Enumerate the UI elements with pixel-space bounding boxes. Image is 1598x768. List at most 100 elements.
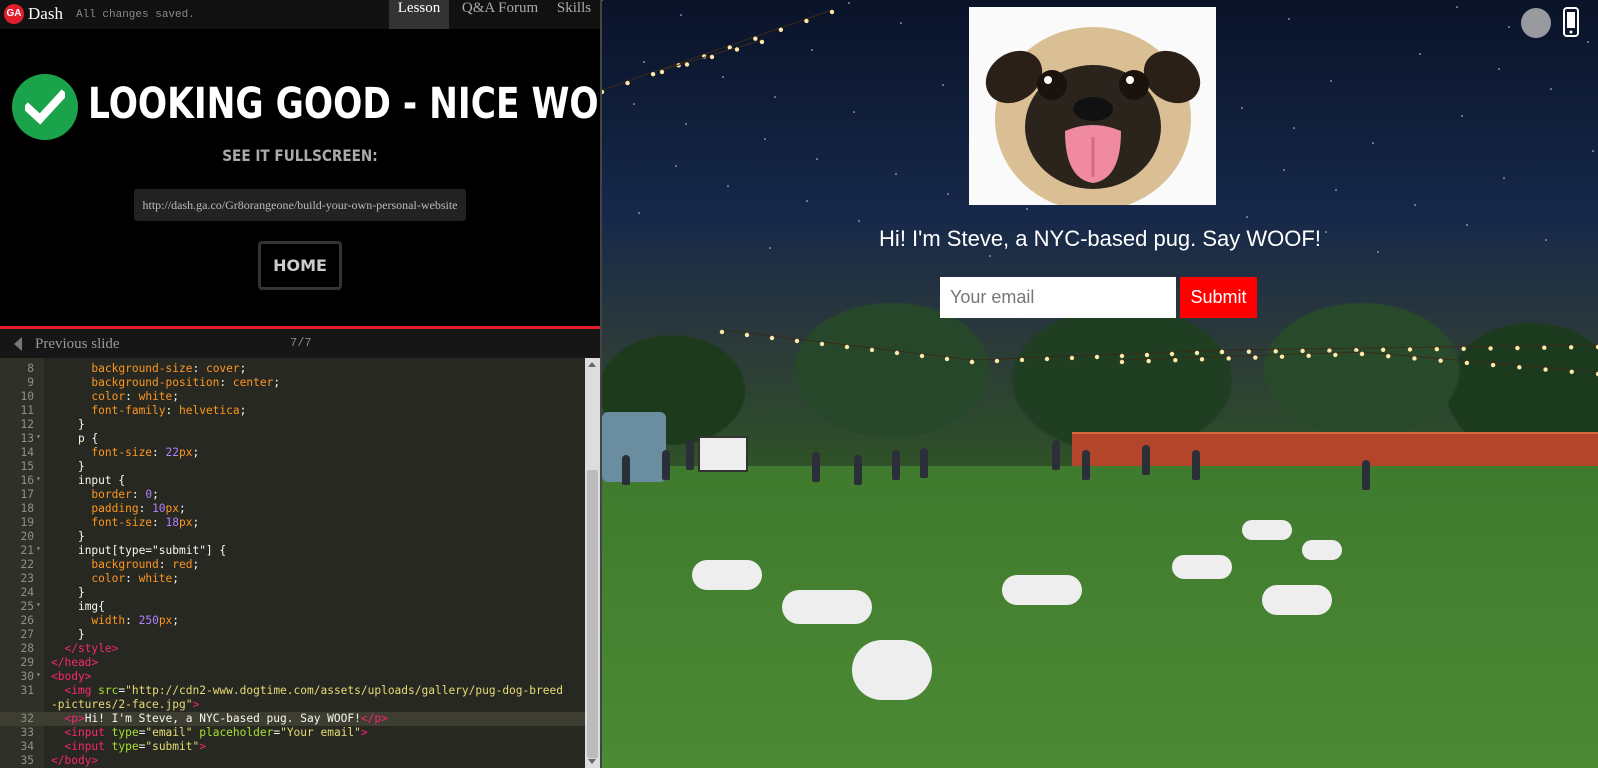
previous-slide-link[interactable]: Previous slide [35, 336, 120, 353]
fold-arrow-icon[interactable]: ▾ [36, 670, 41, 679]
code-token: } [51, 628, 85, 641]
scroll-down-icon[interactable] [588, 759, 596, 764]
code-text: </style> [51, 642, 118, 655]
code-line[interactable]: 18 padding: 10px; [0, 502, 585, 516]
scrollbar-thumb[interactable] [587, 470, 598, 758]
code-editor[interactable]: 8 background-size: cover; 9 background-po… [0, 358, 600, 768]
code-line[interactable]: 21 ▾ input[type="submit"] { [0, 544, 585, 558]
code-text: padding: 10px; [51, 502, 185, 515]
code-token: input[type="submit"] [77, 544, 213, 557]
code-token: font-size [91, 516, 153, 529]
code-line[interactable]: 35 </body> [0, 754, 585, 768]
code-line[interactable]: 14 font-size: 22px; [0, 446, 585, 460]
submit-button[interactable]: Submit [1180, 277, 1257, 318]
code-token: white [138, 572, 173, 585]
home-button[interactable]: HOME [258, 241, 342, 290]
code-text: width: 250px; [51, 614, 179, 627]
code-line[interactable]: 8 background-size: cover; [0, 362, 585, 376]
person-figure [662, 450, 670, 480]
code-text: -pictures/2-face.jpg"> [51, 698, 199, 711]
code-text: } [51, 530, 85, 543]
code-line[interactable]: 23 color: white; [0, 572, 585, 586]
code-text: input { [51, 474, 125, 487]
code-lines[interactable]: 8 background-size: cover; 9 background-po… [0, 362, 585, 768]
website-preview: Hi! I'm Steve, a NYC-based pug. Say WOOF… [602, 0, 1598, 768]
code-line[interactable]: 9 background-position: center; [0, 376, 585, 390]
code-token: "Your email" [280, 726, 361, 739]
code-text: background-size: cover; [51, 362, 246, 375]
code-text: font-size: 18px; [51, 516, 199, 529]
code-line[interactable]: 28 </style> [0, 642, 585, 656]
fullscreen-url-field[interactable]: http://dash.ga.co/Gr8orangeone/build-you… [134, 189, 466, 221]
line-number: 35 [20, 754, 34, 767]
line-number: 27 [20, 628, 34, 641]
code-text: input[type="submit"] { [51, 544, 226, 557]
code-line[interactable]: 13 ▾ p { [0, 432, 585, 446]
tab-skills[interactable]: Skills [551, 0, 597, 29]
code-line[interactable]: 15 } [0, 460, 585, 474]
code-token: { [212, 544, 227, 557]
line-number: 12 [20, 418, 34, 431]
code-token: width [91, 614, 126, 627]
fold-arrow-icon[interactable]: ▾ [36, 474, 41, 483]
code-line[interactable]: 31 <img src="http://cdn2-www.dogtime.com… [0, 684, 585, 698]
editor-scrollbar[interactable] [585, 358, 600, 768]
code-token: : [158, 558, 173, 571]
email-field[interactable] [940, 277, 1176, 318]
code-line[interactable]: 16 ▾ input { [0, 474, 585, 488]
code-token: img{ [77, 600, 105, 613]
tab-qa-forum[interactable]: Q&A Forum [456, 0, 544, 29]
code-line[interactable]: 17 border: 0; [0, 488, 585, 502]
line-number: 10 [20, 390, 34, 403]
code-token: : [219, 376, 233, 389]
code-token: > [199, 740, 206, 753]
code-token: : [192, 362, 206, 375]
fold-arrow-icon[interactable]: ▾ [36, 544, 41, 553]
code-token: } [51, 460, 85, 473]
chevron-left-icon[interactable] [14, 337, 22, 351]
avatar[interactable] [1521, 8, 1551, 38]
pug-face-icon [969, 7, 1216, 205]
code-token: placeholder [192, 726, 274, 739]
line-number: 21 [20, 544, 34, 557]
code-line[interactable]: 11 font-family: helvetica; [0, 404, 585, 418]
person-figure [812, 452, 820, 482]
code-line[interactable]: 22 background: red; [0, 558, 585, 572]
code-line[interactable]: 24 } [0, 586, 585, 600]
code-line[interactable]: 25 ▾ img{ [0, 600, 585, 614]
code-line[interactable]: 32 <p>Hi! I'm Steve, a NYC-based pug. Sa… [0, 712, 585, 726]
code-text: font-size: 22px; [51, 446, 199, 459]
fold-arrow-icon[interactable]: ▾ [36, 600, 41, 609]
code-line[interactable]: 34 <input type="submit"> [0, 740, 585, 754]
code-token: : [125, 614, 139, 627]
line-number: 32 [20, 712, 34, 725]
mobile-view-icon[interactable] [1562, 7, 1580, 37]
dog-figure [1002, 575, 1082, 605]
code-line[interactable]: 30 ▾ <body> [0, 670, 585, 684]
code-line[interactable]: 33 <input type="email" placeholder="Your… [0, 726, 585, 740]
fold-arrow-icon[interactable]: ▾ [36, 432, 41, 441]
code-line[interactable]: 29 </head> [0, 656, 585, 670]
scroll-up-icon[interactable] [588, 362, 596, 367]
code-line[interactable]: 27 } [0, 628, 585, 642]
dog-figure [1172, 555, 1232, 579]
tagline: Hi! I'm Steve, a NYC-based pug. Say WOOF… [879, 226, 1321, 251]
code-line[interactable]: -pictures/2-face.jpg"> [0, 698, 585, 712]
line-number: 31 [20, 684, 34, 697]
code-line[interactable]: 26 width: 250px; [0, 614, 585, 628]
code-token: background-position [91, 376, 220, 389]
code-line[interactable]: 12 } [0, 418, 585, 432]
success-title: LOOKING GOOD - NICE WORK! [88, 79, 668, 129]
code-line[interactable]: 19 font-size: 18px; [0, 516, 585, 530]
code-token: px [179, 446, 193, 459]
code-line[interactable]: 10 color: white; [0, 390, 585, 404]
code-text: color: white; [51, 572, 179, 585]
ga-logo[interactable]: GA [4, 4, 24, 24]
tab-lesson[interactable]: Lesson [389, 0, 449, 29]
fullscreen-label: SEE IT FULLSCREEN: [222, 146, 378, 165]
code-line[interactable]: 20 } [0, 530, 585, 544]
